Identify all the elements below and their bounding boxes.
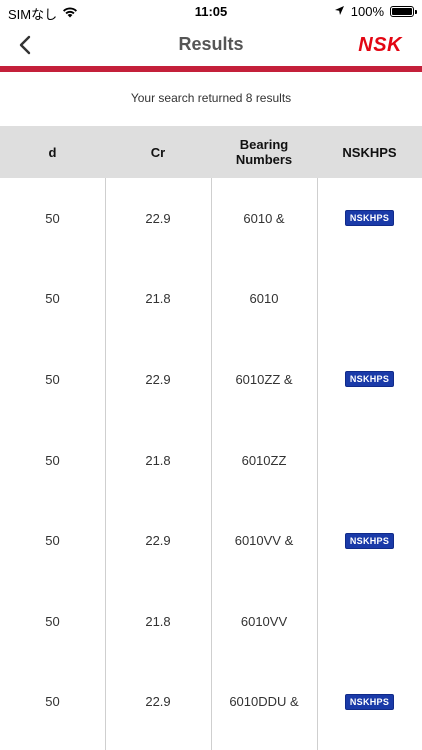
- cell-d: 50: [45, 613, 60, 629]
- cell-cr: 22.9: [145, 371, 171, 387]
- results-table: 50 22.9 6010 & NSKHPS 50 21.8 6010 50 22…: [0, 178, 422, 750]
- cell-cr: 22.9: [145, 533, 171, 549]
- column-divider: [211, 178, 212, 750]
- nskhps-badge: NSKHPS: [344, 371, 395, 388]
- cell-d: 50: [45, 371, 60, 387]
- cell-cr: 21.8: [145, 613, 171, 629]
- column-divider: [105, 178, 106, 750]
- status-right: 100%: [334, 4, 417, 19]
- header-divider: [0, 66, 422, 72]
- cell-bearing-number: 6010ZZ &: [235, 371, 293, 387]
- cell-nskhps: [317, 581, 422, 662]
- header-bearing-numbers[interactable]: Bearing Numbers: [211, 126, 317, 178]
- cell-cr: 22.9: [145, 210, 171, 226]
- table-header: d Cr Bearing Numbers NSKHPS: [0, 126, 422, 178]
- cell-cr: 21.8: [145, 291, 171, 307]
- cell-bearing-number: 6010VV: [240, 613, 288, 629]
- cell-bearing-number: 6010 &: [243, 210, 285, 226]
- battery-icon: [390, 6, 417, 17]
- cell-nskhps: [317, 420, 422, 501]
- nskhps-badge: NSKHPS: [344, 210, 395, 227]
- nsk-logo: NSK: [358, 34, 402, 56]
- results-summary: Your search returned 8 results: [130, 91, 292, 105]
- cell-nskhps: NSKHPS: [317, 662, 422, 743]
- column-divider: [317, 178, 318, 750]
- cell-bearing-number: 6010: [249, 291, 279, 307]
- cell-nskhps: NSKHPS: [317, 178, 422, 259]
- cell-d: 50: [45, 210, 60, 226]
- cell-bearing-number: 6010ZZ: [241, 452, 287, 468]
- cell-d: 50: [45, 694, 60, 710]
- nskhps-badge: NSKHPS: [344, 532, 395, 549]
- header-cr[interactable]: Cr: [105, 126, 211, 178]
- cell-cr: 22.9: [145, 694, 171, 710]
- cell-nskhps: NSKHPS: [317, 500, 422, 581]
- cell-d: 50: [45, 452, 60, 468]
- status-bar: SIMなし 11:05 100%: [0, 0, 422, 24]
- cell-nskhps: [317, 259, 422, 340]
- header-nskhps[interactable]: NSKHPS: [317, 126, 422, 178]
- cell-bearing-number: 6010VV &: [234, 533, 294, 549]
- location-arrow-icon: [334, 4, 345, 19]
- cell-bearing-number: 6010DDU &: [229, 694, 299, 710]
- nskhps-badge: NSKHPS: [344, 693, 395, 710]
- cell-d: 50: [45, 533, 60, 549]
- nav-bar: Results NSK: [0, 24, 422, 66]
- battery-percent: 100%: [350, 4, 384, 19]
- cell-d: 50: [45, 291, 60, 307]
- cell-cr: 21.8: [145, 452, 171, 468]
- cell-nskhps: NSKHPS: [317, 339, 422, 420]
- header-d[interactable]: d: [0, 126, 105, 178]
